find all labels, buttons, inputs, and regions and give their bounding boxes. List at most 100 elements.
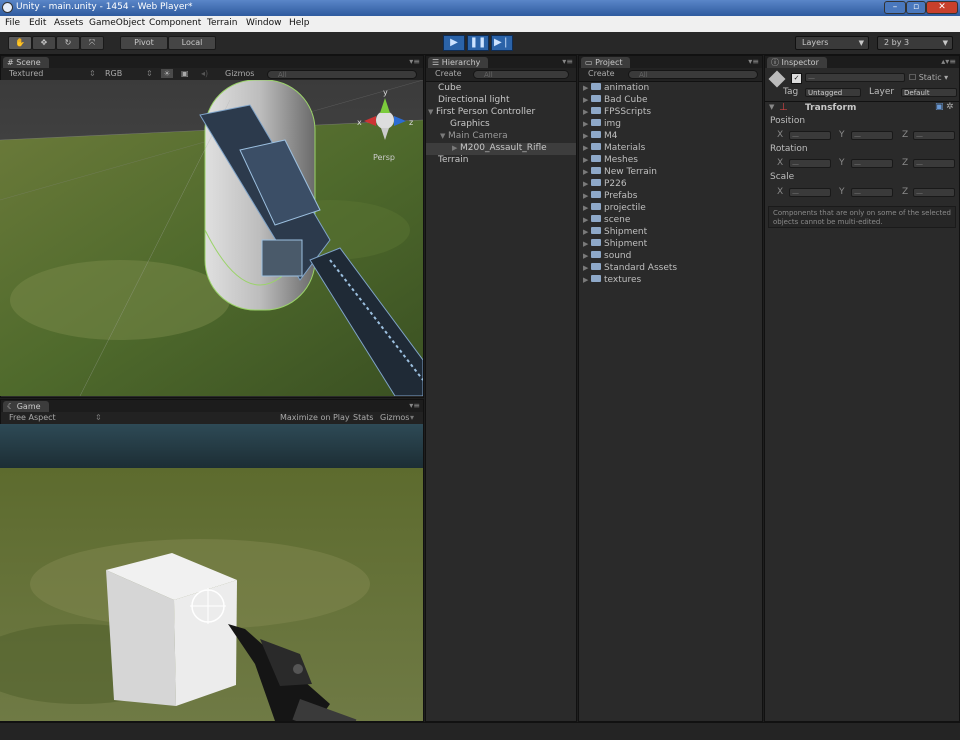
expand-arrow-icon[interactable]: ▶ <box>583 180 591 188</box>
expand-arrow-icon[interactable]: ▶ <box>583 168 591 176</box>
rotate-tool-button[interactable]: ↻ <box>56 36 80 50</box>
expand-arrow-icon[interactable]: ▶ <box>583 96 591 104</box>
hand-tool-button[interactable]: ✋ <box>8 36 32 50</box>
hierarchy-item-main-camera[interactable]: ▼ Main Camera <box>426 131 576 143</box>
project-item-projectile[interactable]: ▶ projectile <box>583 203 646 215</box>
tag-dropdown[interactable]: Untagged <box>805 88 861 97</box>
layer-dropdown[interactable]: Default <box>901 88 957 97</box>
expand-arrow-icon[interactable]: ▶ <box>583 120 591 128</box>
expand-arrow-icon[interactable]: ▶ <box>583 252 591 260</box>
layers-dropdown[interactable]: Layers ▼ <box>795 36 869 50</box>
menu-assets[interactable]: Assets <box>54 18 83 28</box>
project-item-fpsscripts[interactable]: ▶ FPSScripts <box>583 107 651 119</box>
scene-viewport[interactable]: y x z Persp <box>0 80 423 396</box>
project-item-sound[interactable]: ▶ sound <box>583 251 631 263</box>
hierarchy-create-dropdown[interactable]: Create <box>435 69 462 78</box>
tab-inspector[interactable]: ⓘ Inspector <box>767 57 827 68</box>
play-button[interactable]: ▶ <box>443 35 465 51</box>
layout-dropdown[interactable]: 2 by 3 ▼ <box>877 36 953 50</box>
lock-icon[interactable]: ▴▾≡ <box>941 57 956 66</box>
menu-component[interactable]: Component <box>149 18 201 28</box>
expand-arrow-icon[interactable]: ▶ <box>583 240 591 248</box>
project-item-meshes[interactable]: ▶ Meshes <box>583 155 638 167</box>
maximize-button[interactable]: ▫ <box>906 1 926 14</box>
color-mode-dropdown[interactable]: RGB <box>105 69 122 78</box>
panel-menu-icon[interactable]: ▾≡ <box>748 57 759 66</box>
scale-y-field[interactable]: — <box>851 188 893 197</box>
expand-arrow-icon[interactable]: ▶ <box>583 84 591 92</box>
hierarchy-item-graphics[interactable]: Graphics <box>426 119 576 131</box>
project-item-img[interactable]: ▶ img <box>583 119 621 131</box>
hierarchy-item-first-person-controller[interactable]: ▼ First Person Controller <box>426 107 576 119</box>
scale-z-field[interactable]: — <box>913 188 955 197</box>
tab-hierarchy[interactable]: ☰ Hierarchy <box>428 57 489 68</box>
scene-search-input[interactable]: All <box>267 70 417 79</box>
object-name-field[interactable]: — <box>805 73 905 82</box>
expand-arrow-icon[interactable]: ▶ <box>452 144 460 152</box>
panel-menu-icon[interactable]: ▾≡ <box>409 401 420 410</box>
position-y-field[interactable]: — <box>851 131 893 140</box>
expand-arrow-icon[interactable]: ▼ <box>428 108 436 116</box>
game-viewport[interactable] <box>0 424 423 721</box>
panel-menu-icon[interactable]: ▾≡ <box>562 57 573 66</box>
expand-arrow-icon[interactable]: ▶ <box>583 264 591 272</box>
project-create-dropdown[interactable]: Create <box>588 69 615 78</box>
expand-arrow-icon[interactable]: ▶ <box>583 132 591 140</box>
project-item-textures[interactable]: ▶ textures <box>583 275 641 287</box>
expand-arrow-icon[interactable]: ▶ <box>583 204 591 212</box>
project-item-shipment[interactable]: ▶ Shipment <box>583 239 647 251</box>
rotation-z-field[interactable]: — <box>913 159 955 168</box>
menu-edit[interactable]: Edit <box>29 18 46 28</box>
active-checkbox[interactable]: ✓ <box>791 73 802 84</box>
pause-button[interactable]: ❚❚ <box>467 35 489 51</box>
project-item-prefabs[interactable]: ▶ Prefabs <box>583 191 637 203</box>
menu-file[interactable]: File <box>5 18 20 28</box>
expand-arrow-icon[interactable]: ▶ <box>583 192 591 200</box>
tab-game[interactable]: ☾ Game <box>3 401 49 412</box>
tab-scene[interactable]: # Scene <box>3 57 49 68</box>
audio-toggle-icon[interactable]: ◂) <box>201 69 208 78</box>
menu-help[interactable]: Help <box>289 18 310 28</box>
expand-arrow-icon[interactable]: ▶ <box>583 156 591 164</box>
expand-arrow-icon[interactable]: ▶ <box>583 144 591 152</box>
hierarchy-item-directional-light[interactable]: Directional light <box>426 95 576 107</box>
scale-x-field[interactable]: — <box>789 188 831 197</box>
expand-arrow-icon[interactable]: ▶ <box>583 216 591 224</box>
expand-arrow-icon[interactable]: ▼ <box>440 132 448 140</box>
hierarchy-search-input[interactable]: All <box>473 70 569 79</box>
panel-menu-icon[interactable]: ▾≡ <box>409 57 420 66</box>
hierarchy-item-m200-assault-rifle[interactable]: ▶ M200_Assault_Rifle <box>426 143 576 155</box>
project-item-bad-cube[interactable]: ▶ Bad Cube <box>583 95 648 107</box>
menu-gameobject[interactable]: GameObject <box>89 18 145 28</box>
project-item-standard-assets[interactable]: ▶ Standard Assets <box>583 263 677 275</box>
image-toggle-icon[interactable]: ▣ <box>181 69 189 78</box>
help-book-icon[interactable]: ▣ <box>935 102 944 112</box>
project-item-m4[interactable]: ▶ M4 <box>583 131 618 143</box>
stats-toggle[interactable]: Stats <box>353 413 373 422</box>
static-checkbox[interactable]: ☐ Static ▾ <box>909 73 948 82</box>
hierarchy-item-cube[interactable]: Cube <box>426 83 576 95</box>
project-item-materials[interactable]: ▶ Materials <box>583 143 645 155</box>
close-button[interactable]: ✕ <box>926 1 958 14</box>
project-item-scene[interactable]: ▶ scene <box>583 215 630 227</box>
gear-icon[interactable]: ✲ <box>946 102 954 112</box>
expand-arrow-icon[interactable]: ▼ <box>769 103 774 111</box>
position-x-field[interactable]: — <box>789 131 831 140</box>
project-item-animation[interactable]: ▶ animation <box>583 83 649 95</box>
scale-tool-button[interactable]: ⤧ <box>80 36 104 50</box>
lighting-toggle-icon[interactable]: ☀ <box>161 69 173 78</box>
project-item-shipment[interactable]: ▶ Shipment <box>583 227 647 239</box>
position-z-field[interactable]: — <box>913 131 955 140</box>
project-item-p226[interactable]: ▶ P226 <box>583 179 627 191</box>
tab-project[interactable]: ▭ Project <box>581 57 631 68</box>
move-tool-button[interactable]: ✥ <box>32 36 56 50</box>
rotation-x-field[interactable]: — <box>789 159 831 168</box>
local-toggle-button[interactable]: Local <box>168 36 216 50</box>
pivot-toggle-button[interactable]: Pivot <box>120 36 168 50</box>
menu-terrain[interactable]: Terrain <box>207 18 237 28</box>
expand-arrow-icon[interactable]: ▶ <box>583 276 591 284</box>
menu-window[interactable]: Window <box>246 18 282 28</box>
rotation-y-field[interactable]: — <box>851 159 893 168</box>
maximize-on-play-toggle[interactable]: Maximize on Play <box>280 413 350 422</box>
aspect-dropdown[interactable]: Free Aspect <box>9 413 56 422</box>
